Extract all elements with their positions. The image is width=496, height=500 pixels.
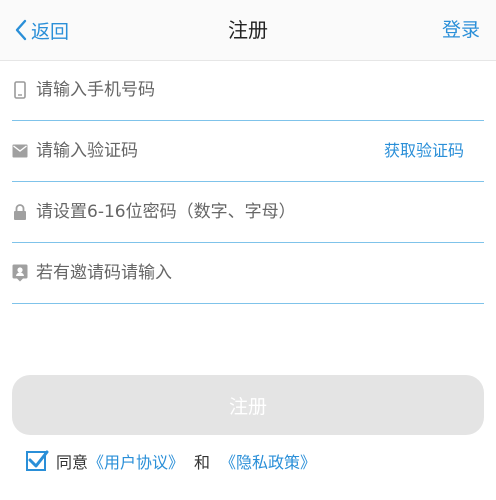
agreement-and: 和 bbox=[194, 453, 211, 472]
verification-code-field: 获取验证码 bbox=[12, 121, 484, 182]
lock-icon bbox=[12, 202, 28, 222]
register-button[interactable]: 注册 bbox=[12, 375, 484, 435]
checkmark-icon bbox=[28, 450, 49, 468]
get-code-button[interactable]: 获取验证码 bbox=[384, 121, 464, 181]
navigation-bar: 返回 注册 登录 bbox=[0, 0, 496, 61]
user-agreement-link[interactable]: 《用户协议》 bbox=[88, 449, 184, 473]
phone-icon bbox=[12, 80, 28, 100]
agreement-prefix: 同意 bbox=[56, 453, 89, 472]
phone-field bbox=[12, 60, 484, 121]
verification-code-input[interactable] bbox=[36, 121, 366, 181]
location-pin-icon bbox=[12, 263, 28, 283]
password-field bbox=[12, 182, 484, 243]
invite-code-field bbox=[12, 243, 484, 304]
privacy-policy-link[interactable]: 《隐私政策》 bbox=[220, 449, 316, 473]
invite-code-input[interactable] bbox=[36, 243, 366, 303]
agreement-checkbox[interactable] bbox=[26, 450, 49, 471]
password-input[interactable] bbox=[36, 182, 366, 242]
agreement-row: 同意 《用户协议》 和 《隐私政策》 bbox=[26, 448, 316, 474]
login-link[interactable]: 登录 bbox=[442, 16, 480, 44]
mail-icon bbox=[12, 141, 28, 161]
phone-input[interactable] bbox=[36, 60, 366, 120]
page-title: 注册 bbox=[228, 18, 268, 42]
